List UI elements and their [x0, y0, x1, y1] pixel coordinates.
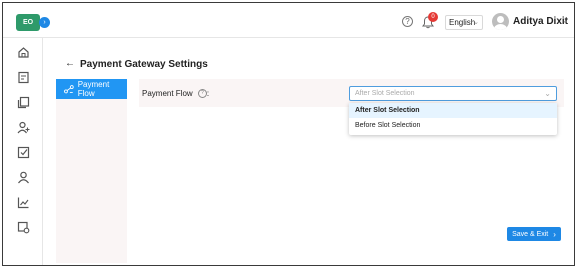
payment-flow-select[interactable]: After Slot Selection ⌄	[349, 86, 557, 101]
save-exit-button[interactable]: Save & Exit ›	[507, 227, 561, 241]
avatar[interactable]	[492, 13, 509, 30]
settings-nav-panel	[56, 79, 127, 263]
payment-flow-icon	[64, 84, 74, 93]
language-label: English	[449, 18, 476, 27]
back-arrow-icon[interactable]: ←	[65, 58, 75, 69]
chevron-down-icon: ⌄	[473, 19, 479, 26]
sidebar-toggle-button[interactable]: ›	[39, 17, 50, 28]
info-icon[interactable]: ?	[197, 89, 207, 99]
documents-icon[interactable]	[17, 96, 30, 109]
save-exit-label: Save & Exit	[512, 230, 549, 238]
tab-label: Payment Flow	[77, 80, 110, 98]
tasks-icon[interactable]	[17, 146, 30, 159]
chevron-right-icon: ›	[43, 19, 46, 26]
chevron-right-icon: ›	[553, 229, 556, 239]
bookings-icon[interactable]	[17, 71, 30, 84]
top-bar: EO › ? 0 English ⌄ Aditya Dixit ⌄	[3, 3, 574, 38]
chevron-down-icon: ⌄	[544, 89, 551, 98]
option-after-slot-selection[interactable]: After Slot Selection	[349, 103, 557, 118]
app-logo[interactable]: EO	[16, 14, 40, 31]
logo-text: EO	[22, 19, 34, 26]
notification-count: 0	[431, 14, 435, 20]
page-title: Payment Gateway Settings	[80, 59, 208, 70]
label-colon: :	[206, 89, 210, 98]
add-user-icon[interactable]	[17, 121, 30, 134]
option-before-slot-selection[interactable]: Before Slot Selection	[349, 118, 557, 133]
user-name[interactable]: Aditya Dixit	[513, 16, 568, 27]
app-window: EO › ? 0 English ⌄ Aditya Dixit ⌄ ← Paym…	[2, 2, 575, 266]
help-icon[interactable]: ?	[402, 16, 413, 27]
select-placeholder: After Slot Selection	[355, 90, 415, 97]
user-icon[interactable]	[17, 171, 30, 184]
home-icon[interactable]	[17, 46, 30, 59]
payment-flow-label: Payment Flow ?:	[142, 89, 210, 99]
language-select[interactable]: English ⌄	[445, 15, 483, 30]
payment-flow-label-text: Payment Flow	[142, 89, 193, 98]
chevron-down-icon[interactable]: ⌄	[562, 16, 569, 25]
settings-icon[interactable]	[17, 221, 30, 234]
notification-badge: 0	[428, 12, 438, 22]
tab-payment-flow[interactable]: Payment Flow	[56, 79, 127, 99]
payment-flow-dropdown: After Slot Selection Before Slot Selecti…	[349, 103, 557, 135]
sidebar	[3, 38, 43, 265]
reports-icon[interactable]	[17, 196, 30, 209]
main-content: ← Payment Gateway Settings Payment Flow …	[43, 38, 574, 265]
